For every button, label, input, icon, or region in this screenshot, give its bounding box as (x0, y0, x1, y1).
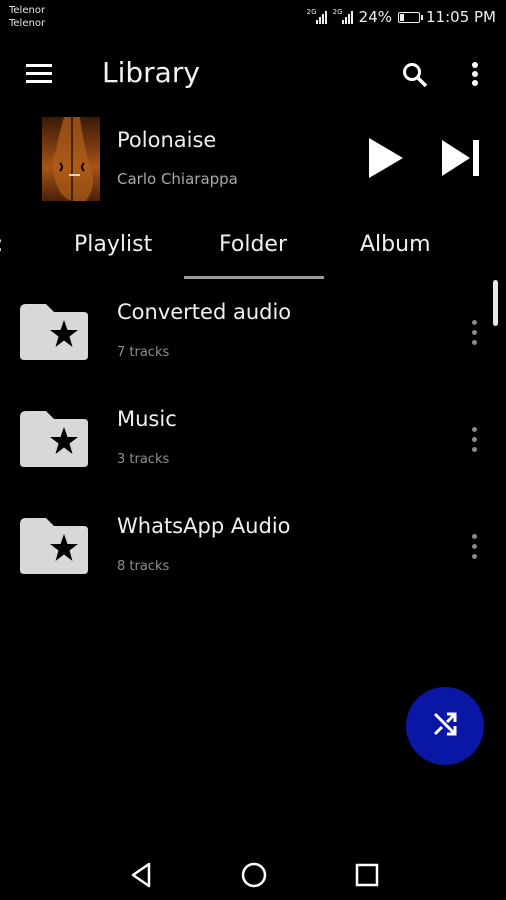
track-count: 7 tracks (117, 345, 170, 360)
page-title: Library (102, 56, 200, 89)
back-icon[interactable] (127, 860, 157, 890)
list-item[interactable]: WhatsApp Audio 8 tracks (0, 494, 506, 601)
folder-star-icon (18, 409, 90, 469)
tab-playlist[interactable]: Playlist (74, 232, 152, 257)
track-title: Polonaise (117, 128, 217, 152)
skip-next-icon[interactable] (440, 137, 482, 179)
home-icon[interactable] (239, 860, 269, 890)
hamburger-menu-icon[interactable] (22, 60, 58, 90)
recents-icon[interactable] (352, 860, 382, 890)
folder-star-icon (18, 516, 90, 576)
battery-icon (398, 11, 424, 23)
more-vert-icon[interactable] (462, 60, 488, 90)
album-art (42, 117, 100, 201)
status-bar: Telenor Telenor 2G 2G 24% 11:05 PM (0, 0, 506, 36)
track-artist: Carlo Chiarappa (117, 170, 238, 188)
tab-partial-left[interactable]: : (0, 232, 4, 257)
tab-album[interactable]: Album (360, 232, 431, 257)
system-nav-bar (0, 840, 506, 900)
carrier-names: Telenor Telenor (9, 4, 45, 30)
folder-name: WhatsApp Audio (117, 514, 291, 538)
carrier-2: Telenor (9, 18, 46, 29)
search-icon[interactable] (400, 60, 430, 90)
list-item[interactable]: Music 3 tracks (0, 387, 506, 494)
more-vert-icon[interactable] (466, 320, 482, 348)
carrier-1: Telenor (9, 5, 46, 16)
track-count: 8 tracks (117, 559, 170, 574)
shuffle-icon (431, 710, 459, 742)
network-type-1: 2G (306, 8, 317, 16)
folder-name: Music (117, 407, 177, 431)
app-bar: Library (0, 40, 506, 108)
tab-folder[interactable]: Folder (219, 232, 287, 257)
more-vert-icon[interactable] (466, 427, 482, 455)
signal-icon: 2G (306, 8, 327, 24)
signal-icon: 2G (332, 8, 353, 24)
network-type-2: 2G (332, 8, 343, 16)
now-playing-bar[interactable]: Polonaise Carlo Chiarappa (0, 115, 506, 205)
folder-list: Converted audio 7 tracks Music 3 tracks … (0, 280, 506, 601)
tab-indicator (184, 276, 324, 279)
play-icon[interactable] (366, 135, 406, 181)
screen: Telenor Telenor 2G 2G 24% 11:05 PM Libra… (0, 0, 506, 900)
clock: 11:05 PM (426, 8, 496, 26)
library-tabs: : Playlist Folder Album (0, 216, 506, 280)
status-indicators: 2G 2G 24% 11:05 PM (307, 7, 496, 27)
more-vert-icon[interactable] (466, 534, 482, 562)
folder-star-icon (18, 302, 90, 362)
track-count: 3 tracks (117, 452, 170, 467)
list-item[interactable]: Converted audio 7 tracks (0, 280, 506, 387)
folder-name: Converted audio (117, 300, 292, 324)
battery-percent: 24% (358, 8, 393, 26)
scrollbar[interactable] (493, 280, 498, 326)
shuffle-button[interactable] (406, 687, 484, 765)
